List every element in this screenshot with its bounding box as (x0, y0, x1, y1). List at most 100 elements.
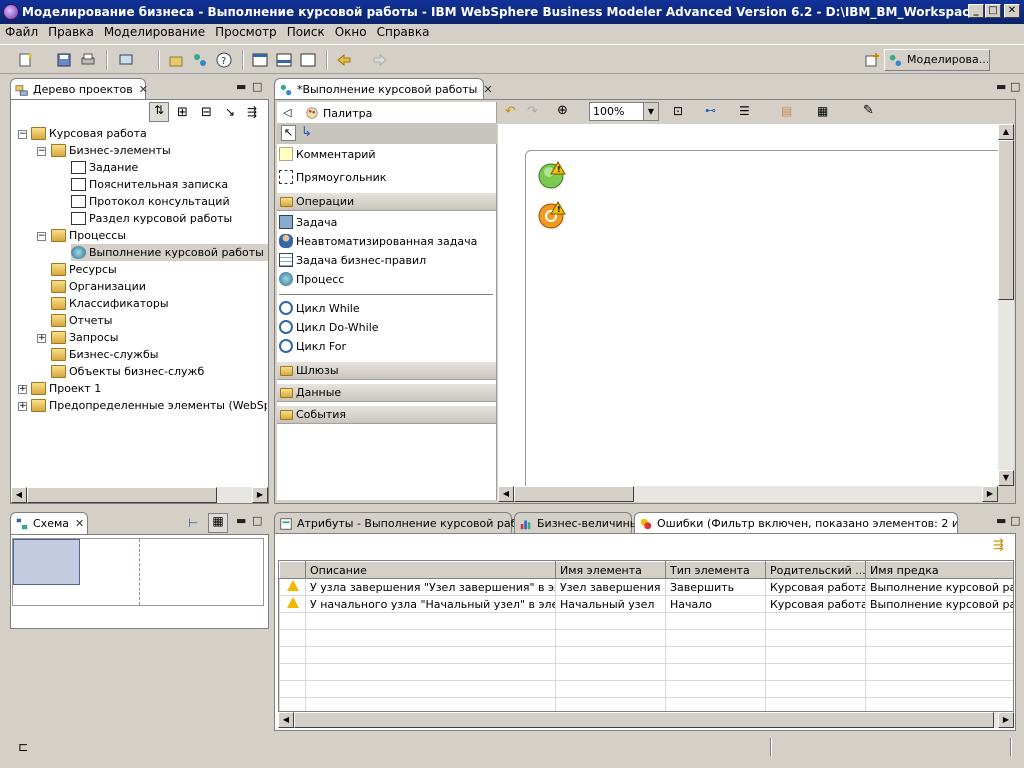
tree-item-queries[interactable]: Запросы (51, 329, 118, 346)
scroll-thumb[interactable] (27, 487, 217, 503)
tree-item-processes[interactable]: Процессы (51, 227, 126, 244)
table-row[interactable]: У начального узла "Начальный узел" в эле… (279, 595, 1013, 613)
collapse-all-icon[interactable]: ⊟ (201, 105, 212, 120)
format-icon[interactable]: ▦ (817, 104, 828, 118)
link-editor-icon[interactable]: ⇅ (149, 102, 169, 122)
tree-item-course-work[interactable]: Курсовая работа (31, 125, 147, 142)
drawer-events[interactable]: События (277, 405, 496, 424)
save-icon[interactable] (56, 52, 72, 68)
drawer-data[interactable]: Данные (277, 383, 496, 402)
help-icon[interactable]: ? (216, 52, 232, 68)
connection-tool-icon[interactable]: ↳ (301, 125, 312, 140)
minimize-view-icon[interactable]: ▬ (236, 514, 246, 527)
tree-item-consult-protocol[interactable]: Протокол консультаций (71, 193, 230, 210)
perspective-switcher[interactable]: Моделирова... (884, 49, 990, 71)
zoom-icon[interactable]: ⊕ (557, 103, 568, 118)
close-tab-icon[interactable]: ✕ (139, 83, 148, 96)
tree-item-course-process[interactable]: Выполнение курсовой работы (71, 244, 268, 261)
layout-3-icon[interactable] (300, 52, 316, 68)
maximize-view-icon[interactable]: □ (1010, 80, 1020, 93)
menu-window[interactable]: Окно (330, 24, 372, 40)
overview-icon[interactable]: ▦ (208, 513, 228, 533)
tree-item-classifiers[interactable]: Классификаторы (51, 295, 169, 312)
tree-item-predefined[interactable]: Предопределенные элементы (WebSphere (31, 397, 267, 414)
minimize-view-icon[interactable]: ▬ (996, 80, 1006, 93)
tab-editor[interactable]: *Выполнение курсовой работы ✕ (274, 78, 493, 100)
process-icon[interactable] (192, 52, 208, 68)
outline-viewport[interactable] (13, 539, 80, 585)
layout-icon[interactable]: ▤ (781, 104, 792, 118)
menu-view[interactable]: Просмотр (210, 24, 282, 40)
palette-collapse-icon[interactable]: ◁ (283, 106, 291, 119)
tree-view-icon[interactable]: ⊢ (188, 516, 198, 530)
menu-modeling[interactable]: Моделирование (99, 24, 210, 40)
palette-for-loop[interactable]: Цикл For (279, 337, 346, 356)
palette-while-loop[interactable]: Цикл While (279, 299, 360, 318)
forward-arrow-icon[interactable] (372, 52, 388, 68)
table-hscrollbar[interactable]: ◀ ▶ (278, 712, 1014, 728)
col-icon[interactable] (279, 561, 306, 579)
diagram-canvas[interactable]: ! ! (498, 124, 1005, 495)
maximize-view-icon[interactable]: □ (252, 514, 262, 527)
palette-process[interactable]: Процесс (279, 270, 344, 289)
canvas-vscrollbar[interactable]: ▲ ▼ (998, 124, 1014, 486)
screen-icon[interactable] (118, 52, 134, 68)
menu-search[interactable]: Поиск (282, 24, 330, 40)
palette-task[interactable]: Задача (279, 213, 337, 232)
menu-file[interactable]: Файл (0, 24, 43, 40)
tab-errors[interactable]: Ошибки (Фильтр включен, показано элемент… (634, 512, 958, 534)
tree-item-project-1[interactable]: Проект 1 (31, 380, 101, 397)
scroll-thumb[interactable] (998, 140, 1014, 300)
canvas-hscrollbar[interactable]: ◀ ▶ (498, 486, 998, 502)
drawer-gateways[interactable]: Шлюзы (277, 361, 496, 380)
tree-hscrollbar[interactable]: ◀ ▶ (11, 487, 268, 503)
tab-outline[interactable]: Схема ✕ (10, 512, 88, 534)
drawer-operations[interactable]: Операции (277, 192, 496, 211)
print-icon[interactable] (80, 52, 96, 68)
col-description[interactable]: Описание (305, 561, 556, 579)
col-element-type[interactable]: Тип элемента (665, 561, 766, 579)
tree-item-organizations[interactable]: Организации (51, 278, 146, 295)
new-project-icon[interactable] (168, 52, 184, 68)
close-tab-icon[interactable]: ✕ (483, 83, 492, 96)
filter-icon[interactable]: ⇶ (993, 538, 1004, 553)
view-menu-icon[interactable]: ⇶ (247, 105, 257, 119)
expand-all-icon[interactable]: ⊞ (177, 105, 188, 120)
maximize-view-icon[interactable]: □ (252, 80, 262, 93)
chevron-down-icon[interactable]: ▼ (643, 103, 658, 120)
link-icon[interactable]: ⊷ (705, 104, 716, 117)
end-node-warning[interactable]: ! (538, 200, 568, 230)
start-node-warning[interactable]: ! (538, 160, 568, 190)
tree-item-resources[interactable]: Ресурсы (51, 261, 117, 278)
maximize-view-icon[interactable]: □ (1010, 514, 1020, 527)
tree-item-business-services[interactable]: Бизнес-службы (51, 346, 159, 363)
palette-business-rule-task[interactable]: Задача бизнес-правил (279, 251, 426, 270)
list-icon[interactable]: ☰ (739, 104, 750, 118)
minimize-view-icon[interactable]: ▬ (996, 514, 1006, 527)
redo-icon[interactable]: ↷ (527, 104, 538, 119)
layout-2-icon[interactable] (276, 52, 292, 68)
table-row[interactable]: У узла завершения "Узел завершения" в эл… (279, 578, 1013, 596)
minimize-view-icon[interactable]: ▬ (236, 80, 246, 93)
palette-comment[interactable]: Комментарий (279, 145, 376, 164)
select-tool-icon[interactable]: ↖ (281, 125, 296, 141)
minimize-button[interactable]: _ (968, 4, 984, 18)
maximize-button[interactable]: □ (985, 4, 1001, 18)
open-perspective-icon[interactable] (864, 52, 880, 68)
col-element-name[interactable]: Имя элемента (555, 561, 666, 579)
scroll-thumb[interactable] (514, 486, 634, 502)
palette-human-task[interactable]: Неавтоматизированная задача (279, 232, 477, 251)
edit-properties-icon[interactable]: ✎ (863, 103, 874, 118)
col-parent[interactable]: Родительский ... (765, 561, 866, 579)
menu-help[interactable]: Справка (372, 24, 435, 40)
tree-item-task[interactable]: Задание (71, 159, 138, 176)
palette-rectangle[interactable]: Прямоугольник (279, 168, 386, 187)
filter-icon[interactable]: ↘ (225, 105, 235, 119)
tab-project-tree[interactable]: Дерево проектов ✕ (10, 78, 148, 100)
tab-business-measures[interactable]: Бизнес-величины (514, 512, 638, 534)
back-arrow-icon[interactable] (336, 52, 352, 68)
tab-attributes[interactable]: Атрибуты - Выполнение курсовой работы (274, 512, 539, 534)
tree-item-course-section[interactable]: Раздел курсовой работы (71, 210, 232, 227)
new-icon[interactable] (18, 52, 34, 68)
tree-item-explanatory-note[interactable]: Пояснительная записка (71, 176, 228, 193)
